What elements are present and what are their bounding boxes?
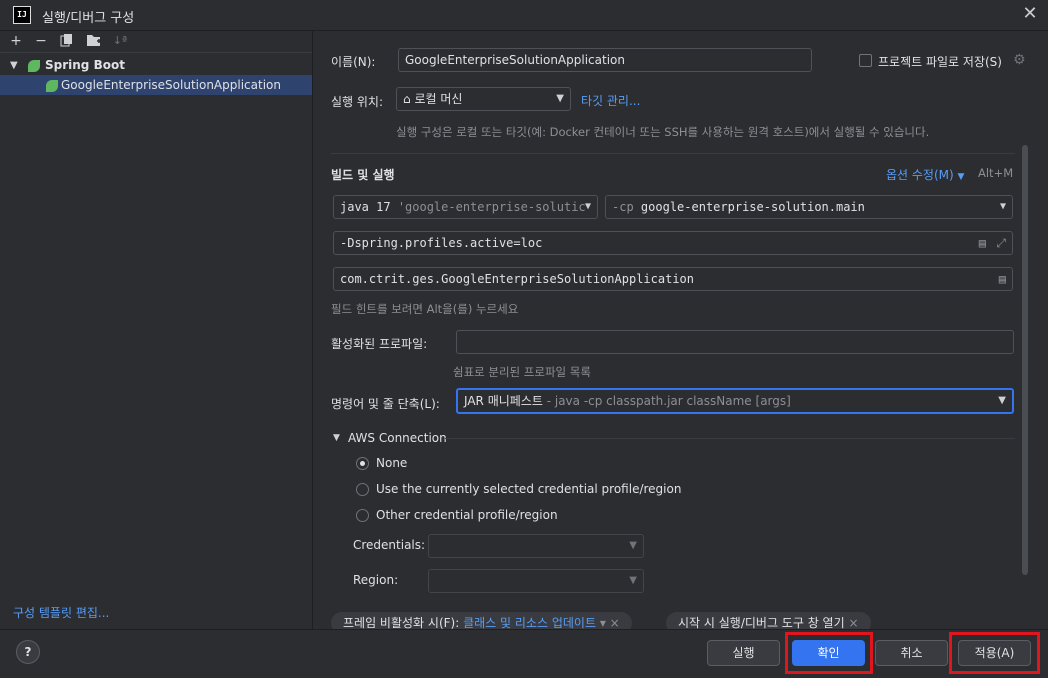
- chip2-label: 시작 시 실행/디버그 도구 창 열기: [678, 616, 845, 629]
- document-icon[interactable]: ▤: [979, 232, 986, 254]
- vm-options-value: -Dspring.profiles.active=loc: [340, 236, 543, 250]
- help-icon[interactable]: ?: [16, 640, 40, 664]
- active-profiles-field[interactable]: [456, 330, 1014, 354]
- radio-selected-dot: [360, 461, 365, 466]
- shorten-command-dropdown[interactable]: JAR 매니페스트 - java -cp classpath.jar class…: [456, 388, 1014, 414]
- jre-value: java 17: [340, 200, 391, 214]
- chevron-down-icon: ▼: [957, 172, 965, 182]
- classpath-dropdown[interactable]: -cp google-enterprise-solution.main ▼: [605, 195, 1013, 219]
- chevron-down-icon[interactable]: ▼: [10, 60, 18, 71]
- aws-option-current-label: Use the currently selected credential pr…: [376, 482, 682, 496]
- apply-button[interactable]: 적용(A): [958, 640, 1031, 666]
- chip-clip-1: 프레임 비활성화 시(F): 클래스 및 리소스 업데이트 ▾ ×: [331, 612, 661, 629]
- main-class-field[interactable]: com.ctrit.ges.GoogleEnterpriseSolutionAp…: [333, 267, 1013, 291]
- configurations-panel: [0, 31, 313, 629]
- classpath-prefix: -cp: [612, 200, 634, 214]
- cancel-button[interactable]: 취소: [875, 640, 948, 666]
- document-icon[interactable]: ▤: [999, 268, 1006, 290]
- chip-clip-2: 시작 시 실행/디버그 도구 창 열기 ×: [666, 612, 888, 629]
- field-hint: 필드 힌트를 보려면 Alt을(를) 누르세요: [331, 302, 519, 316]
- dropdown-arrow-icon: ▼: [556, 93, 564, 104]
- store-as-project-file-checkbox[interactable]: [859, 54, 872, 67]
- ok-button[interactable]: 확인: [792, 640, 865, 666]
- aws-option-current-radio[interactable]: [356, 483, 369, 496]
- shorten-detail: - java -cp classpath.jar className [args…: [546, 394, 791, 408]
- vertical-scrollbar[interactable]: [1022, 145, 1028, 575]
- jre-dropdown[interactable]: java 17 'google-enterprise-solutic ▼: [333, 195, 598, 219]
- active-profiles-label: 활성화된 프로파일:: [331, 337, 428, 351]
- credentials-dropdown[interactable]: ▼: [428, 534, 644, 558]
- gear-icon[interactable]: ⚙: [1013, 52, 1026, 68]
- spring-boot-icon: [28, 60, 40, 72]
- copy-icon[interactable]: [59, 33, 75, 49]
- aws-option-none-radio[interactable]: [356, 457, 369, 470]
- intellij-app-icon: IJ: [13, 6, 31, 24]
- classpath-value: google-enterprise-solution.main: [640, 200, 865, 214]
- section-divider: [331, 153, 1015, 154]
- dropdown-arrow-icon: ▼: [629, 540, 637, 551]
- dropdown-arrow-icon: ▼: [998, 395, 1006, 406]
- window-title: 실행/디버그 구성: [42, 11, 135, 26]
- remove-configuration-icon[interactable]: −: [33, 33, 49, 49]
- sort-icon: ↓ª: [112, 34, 128, 47]
- region-label: Region:: [353, 573, 399, 587]
- edit-templates-link[interactable]: 구성 템플릿 편집...: [13, 604, 109, 621]
- aws-option-none-label: None: [376, 456, 408, 470]
- aws-section-title[interactable]: AWS Connection: [348, 431, 447, 445]
- home-icon: ⌂: [403, 92, 411, 106]
- chip1-value[interactable]: 클래스 및 리소스 업데이트: [463, 616, 596, 629]
- on-frame-deactivation-chip[interactable]: 프레임 비활성화 시(F): 클래스 및 리소스 업데이트 ▾ ×: [331, 612, 632, 629]
- aws-option-other-label: Other credential profile/region: [376, 508, 558, 522]
- manage-targets-link[interactable]: 타깃 관리...: [581, 92, 640, 109]
- vm-options-field[interactable]: -Dspring.profiles.active=loc ▤ ⤢: [333, 231, 1013, 255]
- run-on-dropdown[interactable]: ⌂ 로컬 머신 ▼: [396, 87, 571, 111]
- tree-item-application[interactable]: GoogleEnterpriseSolutionApplication: [61, 78, 281, 92]
- shorten-command-label: 명령어 및 줄 단축(L):: [331, 397, 440, 411]
- run-on-label: 실행 위치:: [331, 95, 384, 109]
- build-run-title: 빌드 및 실행: [331, 168, 395, 182]
- store-as-project-file-label: 프로젝트 파일로 저장(S): [878, 55, 1002, 69]
- run-on-hint: 실행 구성은 로컬 또는 타깃(예: Docker 컨테이너 또는 SSH를 사…: [396, 125, 930, 139]
- region-dropdown[interactable]: ▼: [428, 569, 644, 593]
- chip-close-icon[interactable]: ▾ ×: [600, 616, 620, 629]
- active-profiles-hint: 쉼표로 분리된 프로파일 목록: [453, 365, 591, 379]
- chevron-down-icon[interactable]: ▼: [333, 433, 340, 443]
- run-on-value: 로컬 머신: [414, 92, 463, 106]
- aws-option-other-radio[interactable]: [356, 509, 369, 522]
- shorten-value: JAR 매니페스트: [464, 394, 543, 408]
- close-icon[interactable]: ✕: [1020, 4, 1040, 24]
- jre-hint: 'google-enterprise-solutic: [397, 200, 586, 214]
- name-label: 이름(N):: [331, 55, 376, 69]
- toolbar-divider: [0, 52, 312, 53]
- tree-group-spring-boot[interactable]: Spring Boot: [45, 58, 125, 72]
- chip-close-icon[interactable]: ×: [848, 616, 858, 629]
- spring-boot-app-icon: [46, 80, 58, 92]
- open-tool-window-chip[interactable]: 시작 시 실행/디버그 도구 창 열기 ×: [666, 612, 871, 629]
- dropdown-arrow-icon: ▼: [629, 575, 637, 586]
- run-button[interactable]: 실행: [707, 640, 780, 666]
- add-configuration-icon[interactable]: +: [8, 33, 24, 49]
- folder-add-icon[interactable]: [86, 33, 102, 49]
- main-class-value: com.ctrit.ges.GoogleEnterpriseSolutionAp…: [340, 272, 695, 286]
- title-bar: [0, 0, 1048, 31]
- modify-options-label: 옵션 수정(M): [886, 168, 954, 182]
- credentials-label: Credentials:: [353, 538, 426, 552]
- chip1-label: 프레임 비활성화 시(F):: [343, 616, 460, 629]
- dropdown-arrow-icon: ▼: [584, 201, 591, 212]
- modify-options-link[interactable]: 옵션 수정(M) ▼: [886, 166, 964, 183]
- dropdown-arrow-icon: ▼: [999, 201, 1006, 212]
- aws-section-divider: [445, 438, 1015, 439]
- modify-options-shortcut: Alt+M: [978, 166, 1014, 180]
- name-field[interactable]: GoogleEnterpriseSolutionApplication: [398, 48, 812, 72]
- expand-icon[interactable]: ⤢: [996, 232, 1006, 254]
